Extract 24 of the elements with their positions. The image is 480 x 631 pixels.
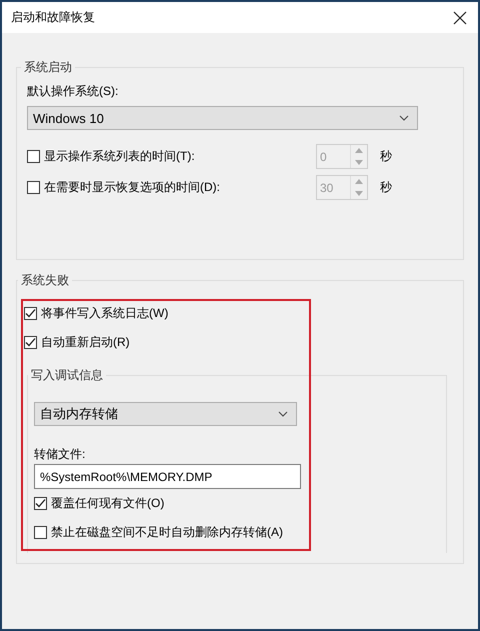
dropdown[interactable]: 自动内存转储 xyxy=(34,402,297,426)
input-field[interactable]: %SystemRoot%\MEMORY.DMP xyxy=(34,464,301,489)
field-label: 转储文件: xyxy=(34,446,86,462)
checkbox-label: 覆盖任何现有文件(O) xyxy=(51,495,164,512)
checkbox[interactable] xyxy=(34,526,47,539)
field-label: 默认操作系统(S): xyxy=(27,83,120,99)
group-title: 写入调试信息 xyxy=(30,367,104,383)
unit-label: 秒 xyxy=(379,179,393,196)
group-title: 系统失败 xyxy=(20,272,70,288)
group-title: 系统启动 xyxy=(23,59,73,75)
checkbox[interactable] xyxy=(24,307,37,320)
dropdown[interactable]: Windows 10 xyxy=(27,106,418,130)
caret-icon xyxy=(278,411,288,417)
checkbox-label: 在需要时显示恢复选项的时间(D): xyxy=(44,179,220,196)
checkbox-label: 禁止在磁盘空间不足时自动删除内存转储(A) xyxy=(51,524,283,541)
checkbox[interactable] xyxy=(24,336,37,349)
window-title: 启动和故障恢复 xyxy=(11,9,95,26)
checkbox-label: 将事件写入系统日志(W) xyxy=(41,305,168,322)
checkbox-label: 显示操作系统列表的时间(T): xyxy=(44,148,195,165)
unit-label: 秒 xyxy=(379,148,393,165)
close-icon[interactable] xyxy=(453,10,467,24)
caret-icon xyxy=(399,115,409,121)
checkbox-label: 自动重新启动(R) xyxy=(41,334,130,351)
checkbox[interactable] xyxy=(34,497,47,510)
